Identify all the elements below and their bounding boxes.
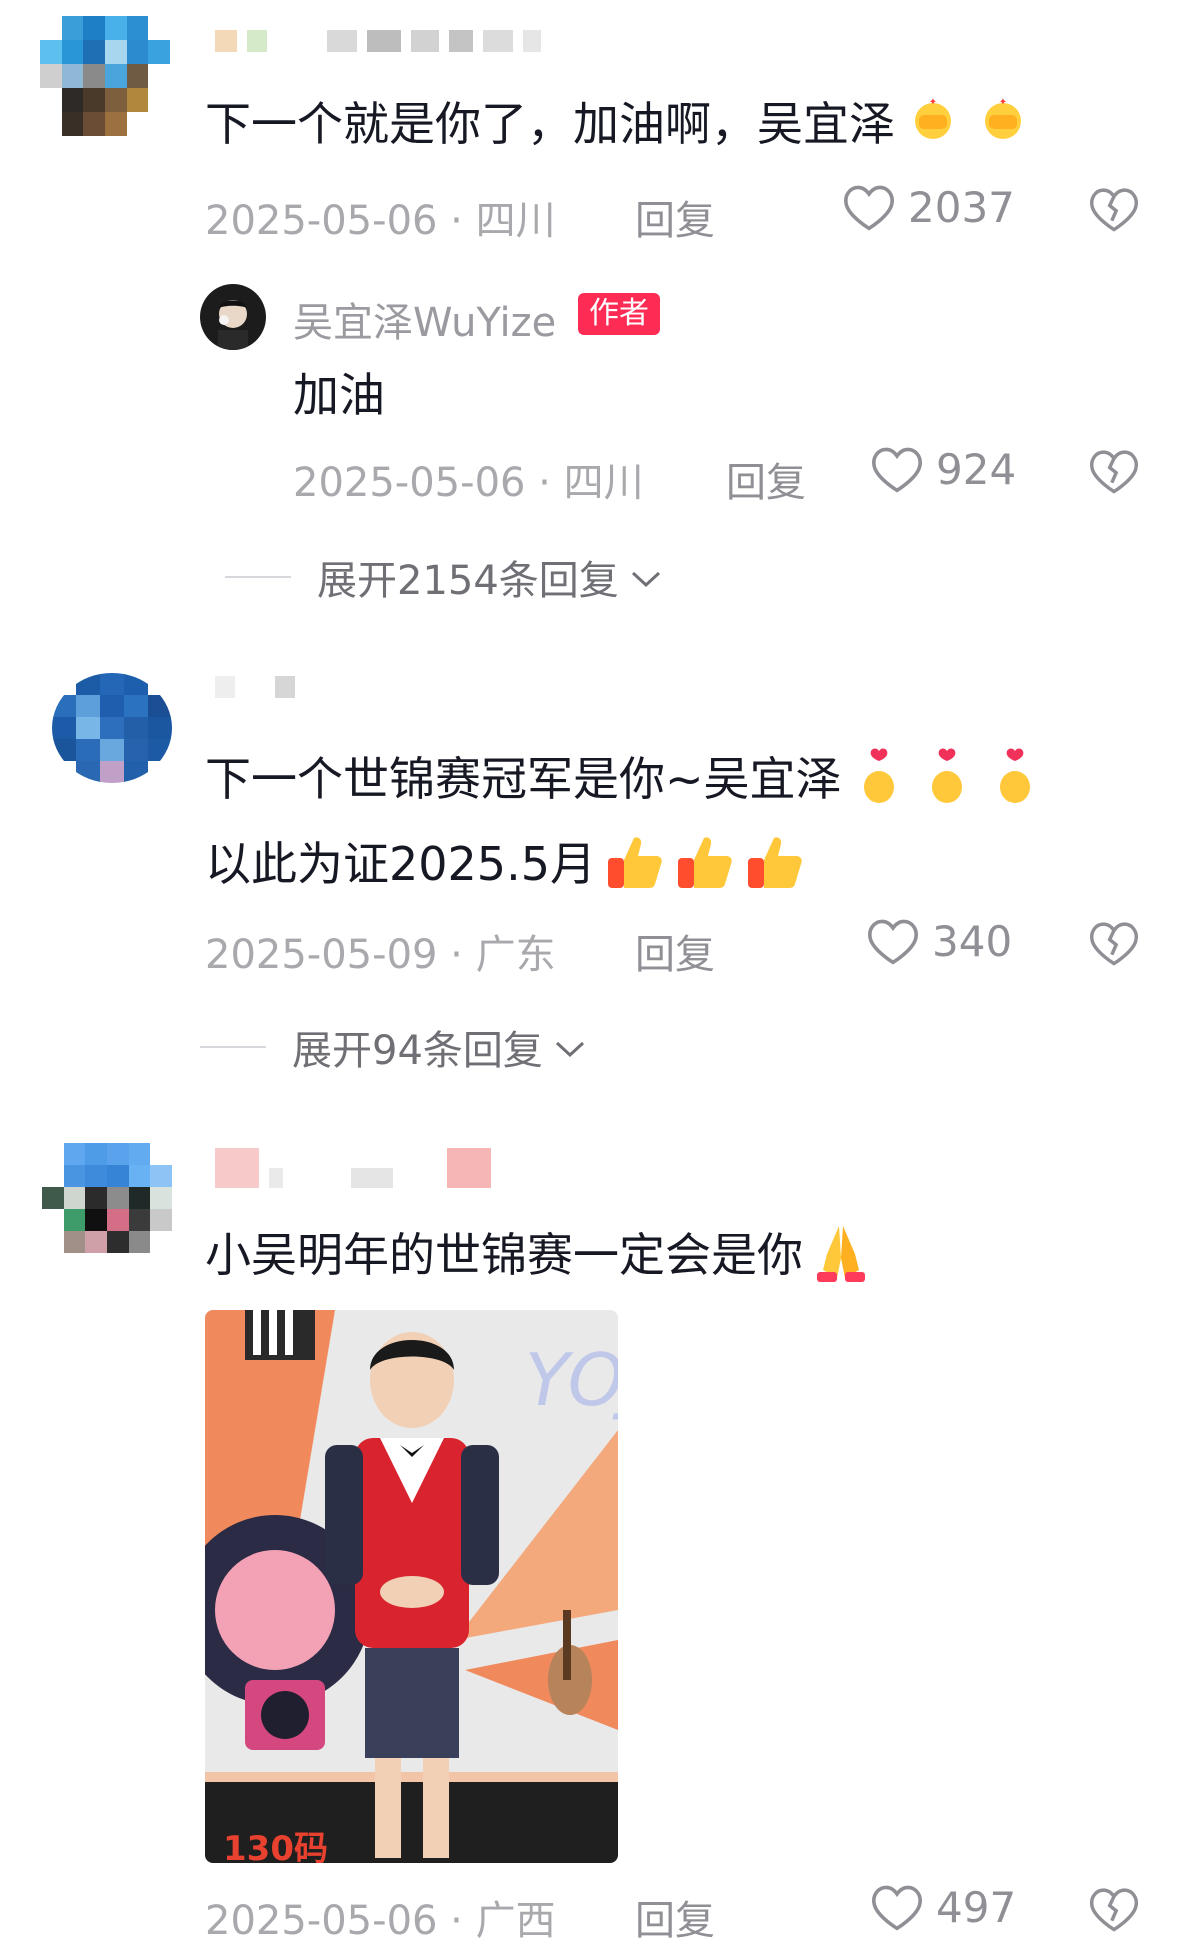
like-button[interactable]: 497	[870, 1882, 1016, 1932]
reply-button[interactable]: 回复	[635, 922, 715, 980]
finger-heart-icon	[916, 745, 978, 820]
heart-icon	[870, 444, 924, 494]
comment-date-location: 2025-05-06 · 广西	[205, 1898, 556, 1944]
broken-heart-icon	[1088, 1885, 1140, 1933]
thumbs-up-icon	[672, 830, 736, 905]
like-count: 340	[932, 916, 1013, 966]
svg-text:✦: ✦	[999, 97, 1007, 108]
thumbs-up-icon	[742, 830, 806, 905]
comment-date-location: 2025-05-09 · 广东	[205, 932, 556, 978]
like-button[interactable]: 340	[866, 916, 1012, 966]
sub-reply-like-button[interactable]: 924	[870, 444, 1016, 494]
chevron-down-icon	[543, 1024, 587, 1070]
author-badge: 作者	[578, 293, 660, 335]
finger-heart-icon	[984, 745, 1046, 820]
broken-heart-icon	[1088, 185, 1140, 233]
expand-replies-button[interactable]: 展开2154条回复	[225, 548, 663, 606]
broken-heart-icon	[1088, 919, 1140, 967]
comment-date-location: 2025-05-06 · 四川	[205, 198, 556, 244]
dislike-button[interactable]	[1088, 919, 1140, 967]
comment-text-line-1: 下一个世锦赛冠军是你~吴宜泽	[205, 745, 1046, 820]
comment-text: 下一个就是你了，加油啊，吴宜泽 ✦ ✦	[205, 95, 1035, 160]
fist-icon: ✦	[971, 95, 1035, 160]
author-name[interactable]: 吴宜泽WuYize	[293, 290, 556, 348]
comment-1: 下一个就是你了，加油啊，吴宜泽 ✦ ✦ 2025-05-06 · 四川 回复 203…	[0, 0, 1200, 604]
like-count: 497	[936, 1882, 1017, 1932]
photo-sign-text: YOJO	[525, 1338, 618, 1422]
expand-label: 展开2154条回复	[317, 558, 619, 604]
thumbs-up-icon	[602, 830, 666, 905]
sub-reply-reply-button[interactable]: 回复	[726, 450, 806, 508]
username-blurred[interactable]	[215, 1148, 491, 1188]
avatar-blurred[interactable]	[42, 1143, 172, 1253]
heart-icon	[870, 1882, 924, 1932]
username-blurred[interactable]	[215, 30, 541, 52]
heart-icon	[842, 182, 896, 232]
expand-replies-button[interactable]: 展开94条回复	[200, 1018, 587, 1076]
finger-heart-icon	[848, 745, 910, 820]
avatar-blurred[interactable]	[52, 673, 172, 783]
author-avatar[interactable]	[200, 284, 266, 350]
divider	[225, 576, 291, 578]
comment-text-line-2: 以此为证2025.5月	[205, 830, 806, 905]
dislike-button[interactable]	[1088, 1885, 1140, 1933]
comment-text: 小吴明年的世锦赛一定会是你	[205, 1220, 873, 1297]
sub-reply-text: 加油	[293, 368, 385, 422]
avatar-blurred[interactable]	[40, 16, 170, 136]
sub-reply-date-location: 2025-05-06 · 四川	[293, 460, 644, 506]
praying-hands-icon	[809, 1220, 873, 1297]
reply-button[interactable]: 回复	[635, 188, 715, 246]
comment-photo[interactable]: YOJO 130码	[205, 1310, 618, 1863]
like-count: 924	[936, 444, 1017, 494]
reply-button[interactable]: 回复	[635, 1888, 715, 1946]
fist-icon: ✦	[901, 95, 965, 160]
expand-label: 展开94条回复	[292, 1028, 543, 1074]
like-count: 2037	[908, 182, 1015, 232]
username-blurred[interactable]	[215, 676, 295, 698]
svg-text:✦: ✦	[929, 97, 937, 108]
broken-heart-icon	[1088, 447, 1140, 495]
heart-icon	[866, 916, 920, 966]
divider	[200, 1046, 266, 1048]
like-button[interactable]: 2037	[842, 182, 1015, 232]
dislike-button[interactable]	[1088, 185, 1140, 233]
sub-reply-dislike-button[interactable]	[1088, 447, 1140, 495]
photo-caption: 130码	[223, 1829, 328, 1863]
chevron-down-icon	[619, 554, 663, 600]
